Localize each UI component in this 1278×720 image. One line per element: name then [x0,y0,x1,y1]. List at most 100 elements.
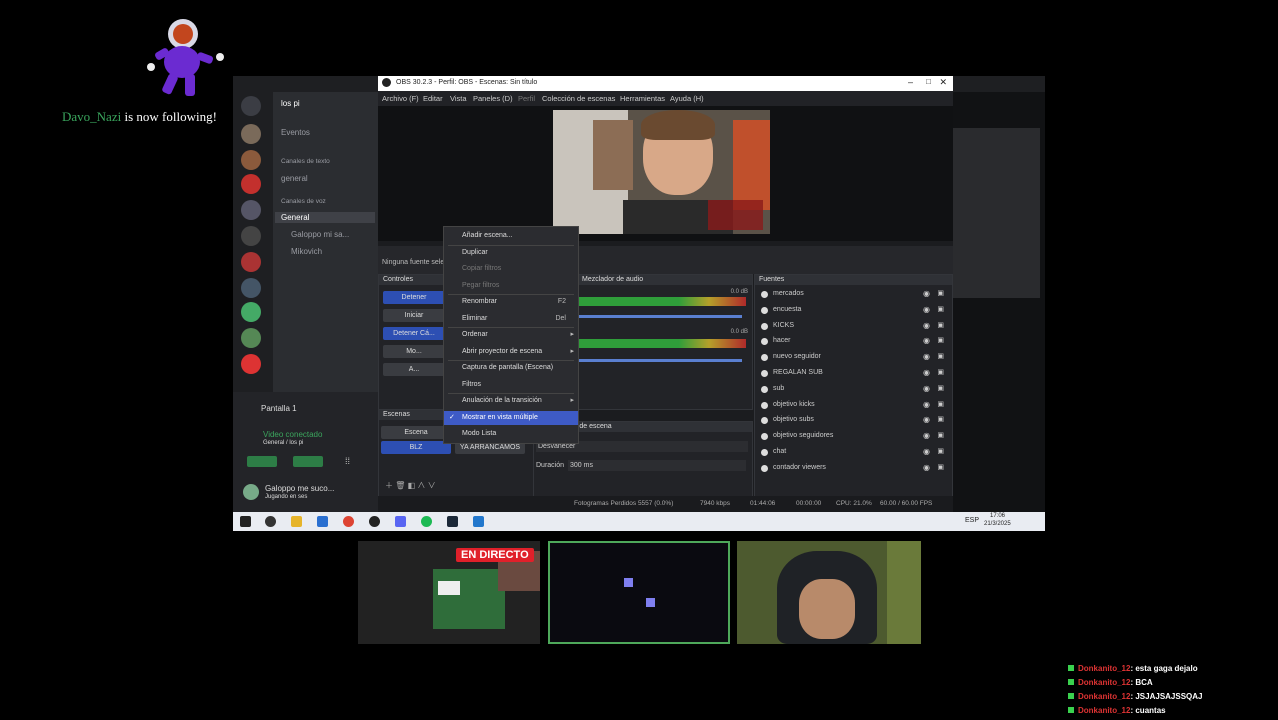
menu-paneles[interactable]: Paneles (D) [473,94,513,103]
voice-channels-category[interactable]: Canales de voz [281,198,326,205]
server-icon[interactable] [241,150,261,170]
server-icon[interactable] [241,302,261,322]
filter-icon[interactable]: ◧ [408,481,416,490]
server-icon[interactable] [241,226,261,246]
visibility-eye-icon[interactable]: ◉ [923,336,930,345]
mail-icon[interactable] [317,516,328,527]
maximize-icon[interactable]: □ [926,77,931,86]
server-name[interactable]: los pi [281,99,300,108]
lock-icon[interactable]: ▣ [937,368,944,376]
lock-icon[interactable]: ▣ [937,352,944,360]
clock-time[interactable]: 17:06 [990,513,1005,519]
voice-user[interactable]: Galoppo mi sa... [291,230,349,239]
visibility-eye-icon[interactable]: ◉ [923,352,930,361]
close-icon[interactable]: ✕ [939,77,947,88]
source-item[interactable]: encuesta ◉ ▣ [755,304,952,318]
visibility-eye-icon[interactable]: ◉ [923,415,930,424]
source-item[interactable]: objetivo subs ◉ ▣ [755,414,952,428]
trash-icon[interactable]: 🗑 [395,481,405,490]
activities-icon[interactable]: ⁞⁞ [345,456,359,467]
context-menu-item[interactable]: Anulación de la transición ▸ [444,394,578,408]
text-channels-category[interactable]: Canales de texto [281,158,330,165]
menu-herramientas[interactable]: Herramientas [620,94,665,103]
discord-icon[interactable] [395,516,406,527]
menu-perfil[interactable]: Perfil [518,94,535,103]
lock-icon[interactable]: ▣ [937,305,944,313]
stop-virtualcam-button[interactable]: Detener Cá... [383,327,445,340]
context-menu-item[interactable]: Captura de pantalla (Escena) [444,361,578,375]
context-menu-item[interactable]: Añadir escena... [444,229,578,243]
steam-icon[interactable] [447,516,458,527]
file-explorer-icon[interactable] [291,516,302,527]
visibility-eye-icon[interactable]: ◉ [923,384,930,393]
visibility-eye-icon[interactable]: ◉ [923,305,930,314]
context-menu-item[interactable]: Duplicar [444,246,578,260]
volume-slider-2[interactable] [578,359,742,362]
settings-button[interactable]: A... [383,363,445,376]
source-item[interactable]: objetivo kicks ◉ ▣ [755,399,952,413]
server-icon[interactable] [241,124,261,144]
context-menu-item[interactable]: Eliminar Del [444,312,578,326]
lock-icon[interactable]: ▣ [937,384,944,392]
down-icon[interactable]: ∨ [428,481,436,490]
lock-icon[interactable]: ▣ [937,289,944,297]
source-item[interactable]: hacer ◉ ▣ [755,335,952,349]
context-menu-item[interactable]: Renombrar F2 [444,295,578,309]
menu-coleccion[interactable]: Colección de escenas [542,94,615,103]
source-item[interactable]: REGALAN SUB ◉ ▣ [755,367,952,381]
server-icon[interactable] [241,200,261,220]
lock-icon[interactable]: ▣ [937,415,944,423]
lock-icon[interactable]: ▣ [937,400,944,408]
source-item[interactable]: chat ◉ ▣ [755,446,952,460]
server-icon[interactable] [241,252,261,272]
start-recording-button[interactable]: Iniciar [383,309,445,322]
source-item[interactable]: contador viewers ◉ ▣ [755,462,952,476]
windows-start-icon[interactable] [240,516,251,527]
preview-canvas[interactable] [378,106,953,241]
server-icon[interactable] [241,328,261,348]
clock-date[interactable]: 21/3/2025 [984,521,1011,527]
spotify-icon[interactable] [421,516,432,527]
source-item[interactable]: sub ◉ ▣ [755,383,952,397]
server-icon[interactable] [241,278,261,298]
lock-icon[interactable]: ▣ [937,336,944,344]
source-item[interactable]: objetivo seguidores ◉ ▣ [755,430,952,444]
source-item[interactable]: mercados ◉ ▣ [755,288,952,302]
channel-general-text[interactable]: general [281,174,308,183]
context-menu-item[interactable]: Ordenar ▸ [444,328,578,342]
context-menu-item[interactable]: Copiar filtros [444,262,578,276]
duration-input[interactable]: 300 ms [568,460,746,471]
context-menu-item[interactable]: Abrir proyector de escena ▸ [444,345,578,359]
up-icon[interactable]: ∧ [417,481,425,490]
studio-mode-button[interactable]: Mo... [383,345,445,358]
visibility-eye-icon[interactable]: ◉ [923,463,930,472]
scene-item-selected[interactable]: BLZ [381,441,451,454]
context-menu-item[interactable]: Modo Lista [444,427,578,441]
search-icon[interactable] [265,516,276,527]
source-item[interactable]: KICKS ◉ ▣ [755,320,952,334]
obs-icon[interactable] [369,516,380,527]
events-link[interactable]: Eventos [281,128,310,137]
camera-button[interactable] [247,456,277,467]
context-menu-item[interactable]: Filtros [444,378,578,392]
visibility-eye-icon[interactable]: ◉ [923,289,930,298]
voice-user[interactable]: Mikovich [291,247,322,256]
menu-editar[interactable]: Editar [423,94,443,103]
add-icon[interactable]: ＋ [385,481,393,490]
context-menu-item[interactable]: ✓ Mostrar en vista múltiple [444,410,578,425]
discord-home-icon[interactable] [241,96,261,116]
voice-channel-general[interactable]: General [275,212,375,223]
source-item[interactable]: nuevo seguidor ◉ ▣ [755,351,952,365]
volume-slider-1[interactable] [578,315,742,318]
menu-archivo[interactable]: Archivo (F) [382,94,419,103]
stop-stream-button[interactable]: Detener [383,291,445,304]
lock-icon[interactable]: ▣ [937,447,944,455]
visibility-eye-icon[interactable]: ◉ [923,431,930,440]
avatar[interactable] [243,484,259,500]
server-icon[interactable] [241,354,261,374]
chrome-icon[interactable] [343,516,354,527]
scene-item[interactable]: Escena [381,426,451,439]
language-indicator[interactable]: ESP [965,517,979,524]
visibility-eye-icon[interactable]: ◉ [923,368,930,377]
visibility-eye-icon[interactable]: ◉ [923,447,930,456]
